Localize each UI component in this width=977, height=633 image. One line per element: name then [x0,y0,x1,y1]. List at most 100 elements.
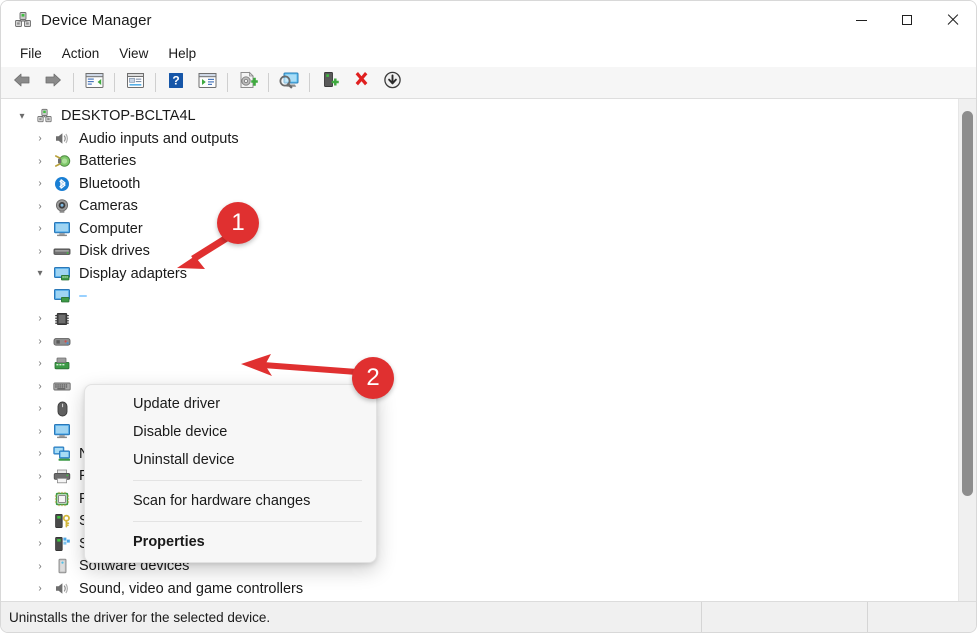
tree-item-sound-video-and-game-controllers[interactable]: › Sound, video and game controllers [1,578,958,601]
tree-item-label: Computer [79,221,143,237]
chevron-right-icon[interactable]: › [29,381,51,392]
context-menu-separator [133,521,362,522]
display-adapter-icon [51,265,73,283]
status-message: Uninstalls the driver for the selected d… [1,602,701,632]
maximize-button[interactable] [884,1,930,39]
chevron-right-icon[interactable]: › [29,313,51,324]
toolbar-separator [309,73,310,92]
context-menu-item-uninstall-device[interactable]: Uninstall device [85,446,376,474]
computer-root-icon [33,107,55,125]
chevron-right-icon[interactable]: › [29,336,51,347]
window-controls [838,1,976,39]
chevron-right-icon[interactable]: › [29,538,51,549]
tree-item-display-adapter-device[interactable] [1,285,958,308]
tree-item-firmware[interactable]: › [1,308,958,331]
disable-device-icon [383,71,402,94]
menu-view[interactable]: View [109,43,158,64]
chevron-right-icon[interactable]: › [29,178,51,189]
mouse-icon [51,400,73,418]
chevron-right-icon[interactable]: › [29,133,51,144]
vertical-scrollbar[interactable] [958,99,976,601]
chevron-down-icon[interactable]: ▾ [11,111,33,122]
battery-icon [51,152,73,170]
close-button[interactable] [930,1,976,39]
disable-device-button[interactable] [377,69,407,96]
chevron-right-icon[interactable]: › [29,583,51,594]
tree-item-cameras[interactable]: › Cameras [1,195,958,218]
menu-action[interactable]: Action [52,43,110,64]
toolbar-separator [155,73,156,92]
enable-device-button[interactable] [315,69,345,96]
bluetooth-icon [51,175,73,193]
tree-item-human-interface-devices[interactable]: › [1,330,958,353]
tree-item-display-adapters[interactable]: ▾ Display adapters [1,263,958,286]
scan-hardware-changes-button[interactable] [274,69,304,96]
toolbar-separator [227,73,228,92]
printer-icon [51,467,73,485]
tree-item-disk-drives[interactable]: › Disk drives [1,240,958,263]
status-pane-2 [701,602,867,632]
properties-icon [126,72,145,94]
menu-file[interactable]: File [10,43,52,64]
display-adapter-child-icon [51,287,73,305]
ide-controller-icon [51,355,73,373]
chevron-right-icon[interactable]: › [29,201,51,212]
enable-device-icon [321,71,340,94]
show-hide-console-tree-button[interactable] [79,69,109,96]
chevron-right-icon[interactable]: › [29,223,51,234]
show-hide-action-pane-button[interactable] [192,69,222,96]
tree-item-ide-controllers[interactable]: › [1,353,958,376]
device-tree[interactable]: ▾ DESKTOP-BCLTA4L › [1,99,958,601]
help-button[interactable]: ? [161,69,191,96]
properties-button[interactable] [120,69,150,96]
close-icon [946,13,960,27]
chevron-right-icon[interactable]: › [29,358,51,369]
minimize-button[interactable] [838,1,884,39]
chevron-down-icon[interactable]: ▾ [29,268,51,279]
tree-item-root[interactable]: ▾ DESKTOP-BCLTA4L [1,105,958,128]
chevron-right-icon[interactable]: › [29,403,51,414]
toolbar-separator [73,73,74,92]
tree-item-bluetooth[interactable]: › Bluetooth [1,173,958,196]
tree-item-batteries[interactable]: › Batteries [1,150,958,173]
toolbar-separator [268,73,269,92]
tree-item-computer[interactable]: › Computer [1,218,958,241]
help-icon: ? [167,72,185,94]
device-manager-icon [14,11,32,29]
title-bar: Device Manager [1,1,976,39]
context-menu-item-properties[interactable]: Properties [85,528,376,556]
toolbar-separator [114,73,115,92]
chevron-right-icon[interactable]: › [29,561,51,572]
software-device-icon [51,557,73,575]
chevron-right-icon[interactable]: › [29,246,51,257]
chevron-right-icon[interactable]: › [29,493,51,504]
tree-item-label [79,295,87,297]
forward-icon [43,72,63,93]
chevron-right-icon[interactable]: › [29,426,51,437]
menu-help[interactable]: Help [158,43,206,64]
monitor-icon [51,220,73,238]
chevron-right-icon[interactable]: › [29,516,51,527]
tree-item-label: Disk drives [79,243,150,259]
update-driver-button[interactable] [233,69,263,96]
scan-hardware-changes-icon [279,71,300,94]
toolbar: ? [1,67,976,99]
back-button[interactable] [7,69,37,96]
tree-item-label: Cameras [79,198,138,214]
keyboard-icon [51,377,73,395]
chevron-right-icon[interactable]: › [29,156,51,167]
context-menu-item-update-driver[interactable]: Update driver [85,390,376,418]
scrollbar-thumb[interactable] [962,111,973,496]
context-menu-item-scan-for-hardware-changes[interactable]: Scan for hardware changes [85,487,376,515]
chevron-right-icon[interactable]: › [29,448,51,459]
human-interface-icon [51,332,73,350]
update-driver-icon [238,71,258,94]
chevron-right-icon[interactable]: › [29,471,51,482]
tree-item-audio-inputs-and-outputs[interactable]: › Audio inputs and outputs [1,128,958,151]
uninstall-device-button[interactable] [346,69,376,96]
status-pane-3 [867,602,976,632]
forward-button[interactable] [38,69,68,96]
context-menu-item-disable-device[interactable]: Disable device [85,418,376,446]
status-bar: Uninstalls the driver for the selected d… [1,601,976,632]
maximize-icon [902,15,912,25]
